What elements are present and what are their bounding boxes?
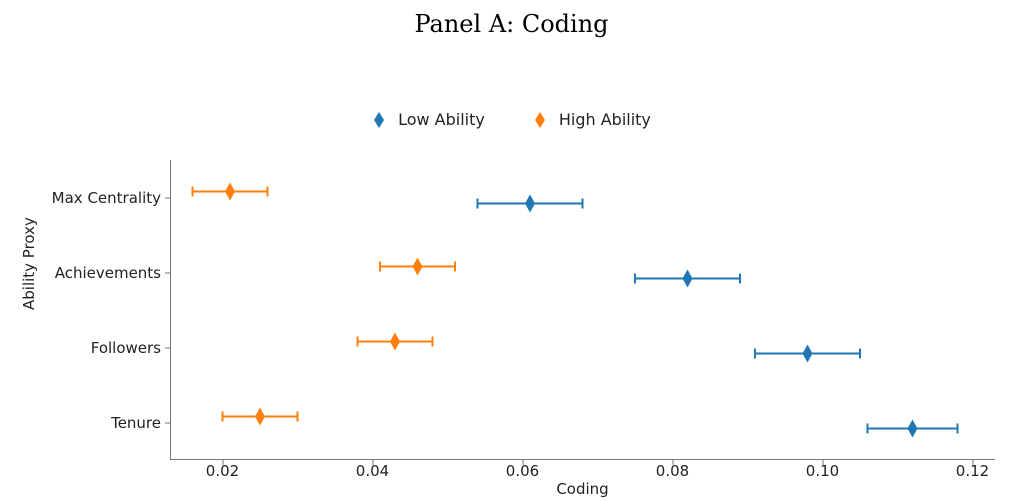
y-tick-label: Max Centrality: [11, 189, 161, 207]
x-tick-mark: [822, 460, 823, 465]
legend-item-low: Low Ability: [372, 110, 485, 129]
y-tick-mark: [165, 422, 170, 423]
data-point: [683, 270, 693, 288]
x-axis-label: Coding: [170, 480, 995, 498]
x-tick-mark: [972, 460, 973, 465]
x-tick-mark: [522, 460, 523, 465]
legend-item-high: High Ability: [533, 110, 651, 129]
chart-title: Panel A: Coding: [0, 10, 1023, 38]
diamond-icon: [533, 111, 547, 129]
data-point: [413, 258, 423, 276]
data-point: [525, 195, 535, 213]
figure: Panel A: Coding Low Ability High Ability…: [0, 0, 1023, 501]
plot-svg: [170, 160, 995, 460]
data-point: [225, 183, 235, 201]
legend-label-high: High Ability: [559, 110, 651, 129]
y-tick-label: Achievements: [11, 264, 161, 282]
x-tick-mark: [222, 460, 223, 465]
data-point: [908, 420, 918, 438]
y-tick-label: Followers: [11, 339, 161, 357]
data-point: [803, 345, 813, 363]
diamond-icon: [372, 111, 386, 129]
y-tick-mark: [165, 272, 170, 273]
x-tick-mark: [672, 460, 673, 465]
data-point: [390, 333, 400, 351]
legend-label-low: Low Ability: [398, 110, 485, 129]
y-tick-mark: [165, 197, 170, 198]
data-point: [255, 408, 265, 426]
x-tick-mark: [372, 460, 373, 465]
legend: Low Ability High Ability: [0, 110, 1023, 129]
y-tick-mark: [165, 347, 170, 348]
y-tick-label: Tenure: [11, 414, 161, 432]
